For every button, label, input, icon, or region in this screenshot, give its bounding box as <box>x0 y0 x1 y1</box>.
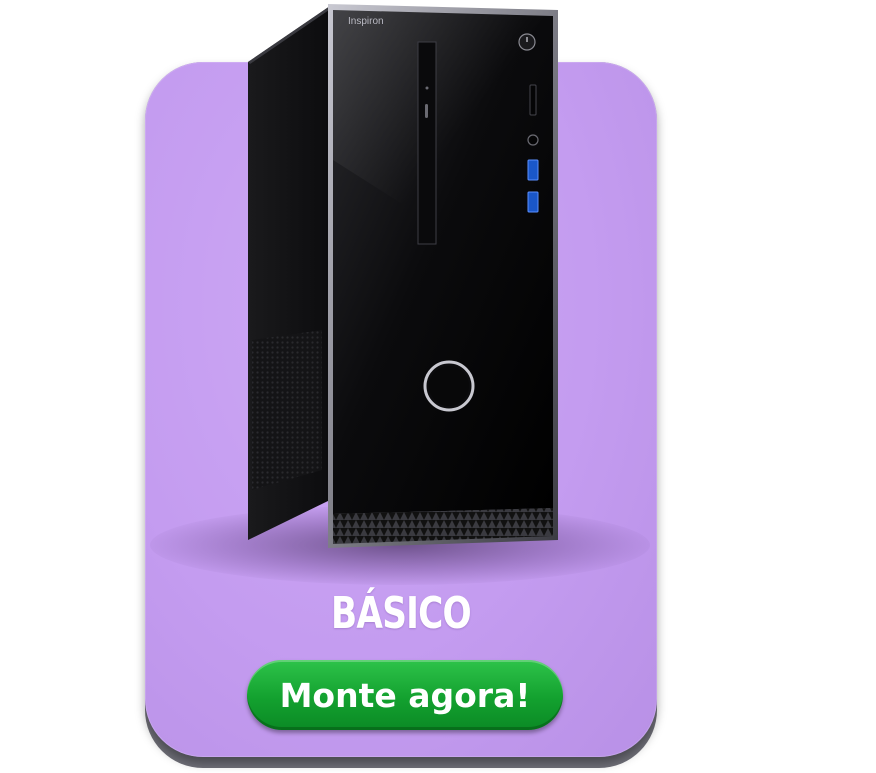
brand-label: Inspiron <box>348 16 384 27</box>
desktop-pc-image: Inspiron <box>248 4 558 548</box>
build-now-button[interactable]: Monte agora! <box>247 660 563 730</box>
category-title: BÁSICO <box>331 588 472 639</box>
